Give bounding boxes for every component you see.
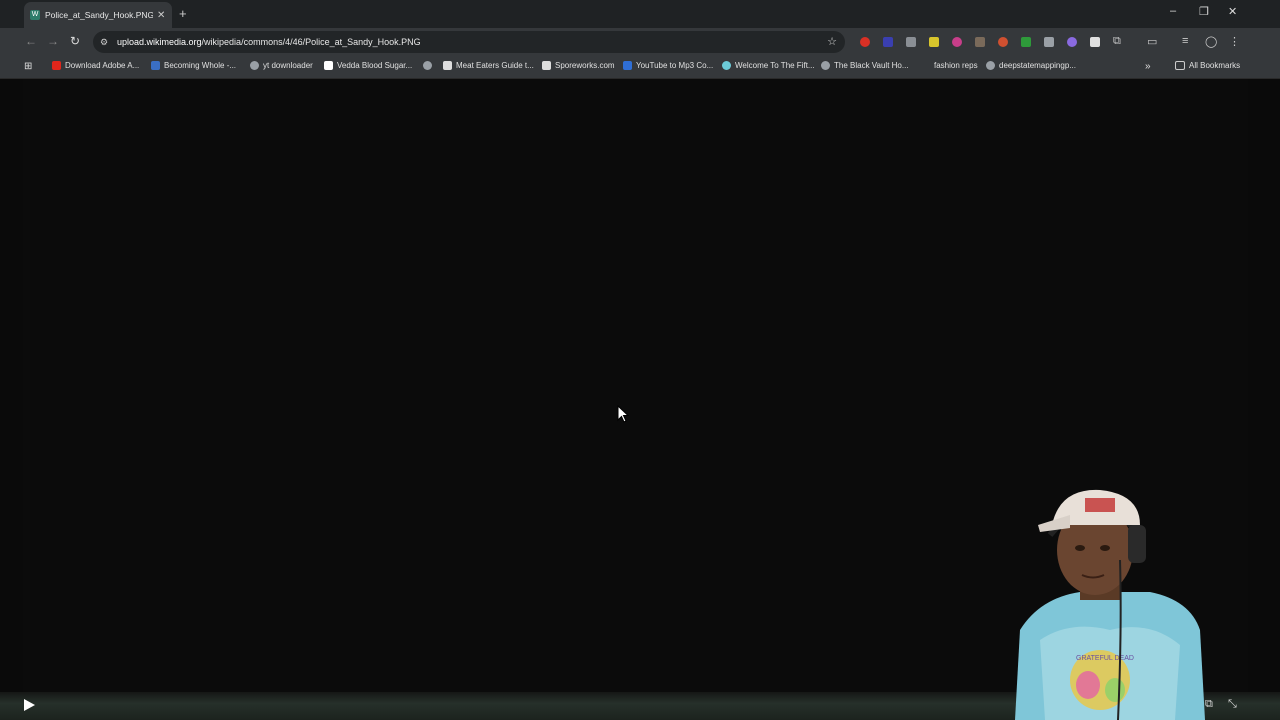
extension-orange-icon[interactable] [998,37,1008,47]
bookmark-item[interactable]: yt downloader [250,61,313,70]
media-control-icon[interactable]: ≡ [1182,35,1188,47]
menu-kebab-icon[interactable]: ⋮ [1229,35,1240,48]
extension-gray-icon[interactable] [1044,37,1054,47]
right-edge [1248,79,1280,720]
extension-stack-icon[interactable] [906,37,916,47]
restore-button[interactable]: ❐ [1199,5,1209,18]
shield-icon [623,61,632,70]
forward-button[interactable]: → [47,34,59,48]
bookmark-label: fashion reps [934,61,978,70]
bookmark-item[interactable] [423,61,436,70]
back-button[interactable]: ← [25,34,37,48]
extension-pink-icon[interactable] [952,37,962,47]
bookmark-item[interactable]: fashion reps [934,61,978,70]
tab-active[interactable]: W Police_at_Sandy_Hook.PNG (6 ✕ [24,2,172,28]
heart-icon [722,61,731,70]
apps-grid-icon[interactable]: ⊞ [24,61,32,72]
extension-red-icon[interactable] [860,37,870,47]
tab-title: Police_at_Sandy_Hook.PNG (6 [45,10,153,20]
page-icon [324,61,333,70]
extension-white-icon[interactable] [1090,37,1100,47]
bookmark-item[interactable]: YouTube to Mp3 Co... [623,61,713,70]
bookmark-label: YouTube to Mp3 Co... [636,61,714,70]
bookmark-label: The Black Vault Ho... [834,61,909,70]
url-domain: upload.wikimedia.org [117,37,202,47]
extension-purple-icon[interactable] [1067,37,1077,47]
all-bookmarks-label: All Bookmarks [1189,61,1241,70]
bookmark-item[interactable]: The Black Vault Ho... [821,61,909,70]
toolbar: ← → ↻ ⚙ upload.wikimedia.org/wikipedia/c… [0,28,1280,56]
extension-download-icon[interactable] [1021,37,1031,47]
bookmark-item[interactable]: Download Adobe A... [52,61,139,70]
new-tab-button[interactable]: + [179,6,187,21]
address-bar[interactable]: ⚙ upload.wikimedia.org/wikipedia/commons… [93,31,845,53]
globe-icon [821,61,830,70]
bookmark-item[interactable]: Becoming Whole -... [151,61,236,70]
site-info-icon[interactable]: ⚙ [100,37,110,48]
play-icon[interactable] [22,698,36,712]
extensions-puzzle-icon[interactable]: ⧉ [1113,35,1121,48]
bookmark-item[interactable]: Meat Eaters Guide t... [443,61,534,70]
bookmark-item[interactable]: Vedda Blood Sugar... [324,61,412,70]
globe-icon [250,61,259,70]
window-close-button[interactable]: ✕ [1228,5,1237,18]
mushroom-icon [542,61,551,70]
minimize-button[interactable]: – [1170,5,1176,17]
globe-icon [986,61,995,70]
webcam-overlay: GRATEFUL DEAD [1015,489,1205,720]
bookmark-label: Vedda Blood Sugar... [337,61,413,70]
svg-text:GRATEFUL DEAD: GRATEFUL DEAD [1076,655,1134,662]
bookmark-label: Meat Eaters Guide t... [456,61,534,70]
tab-strip: W Police_at_Sandy_Hook.PNG (6 ✕ + – ❐ ✕ [0,0,1280,28]
all-bookmarks-button[interactable]: All Bookmarks [1175,61,1240,70]
bookmark-label: yt downloader [263,61,313,70]
bookmarks-overflow-button[interactable]: » [1145,61,1151,72]
bookmark-item[interactable]: deepstatemappingp... [986,61,1076,70]
book-icon [443,61,452,70]
mouse-cursor-icon [617,405,629,423]
exit-fullscreen-icon[interactable]: ⤡ [1228,698,1237,711]
wikimedia-favicon-icon: W [30,10,40,20]
profile-icon[interactable]: ◯ [1205,35,1217,48]
globe-icon [423,61,432,70]
url-path: /wikipedia/commons/4/46/Police_at_Sandy_… [201,37,421,47]
feather-icon [151,61,160,70]
left-edge [0,79,23,720]
bookmark-item[interactable]: Sporeworks.com [542,61,615,70]
bookmark-star-icon[interactable]: ☆ [827,35,837,48]
side-panel-icon[interactable]: ▭ [1147,35,1157,48]
bookmarks-bar: ⊞ Download Adobe A... Becoming Whole -..… [0,56,1280,79]
reload-button[interactable]: ↻ [70,34,80,48]
bookmark-label: deepstatemappingp... [999,61,1076,70]
bookmark-label: Sporeworks.com [555,61,615,70]
extension-note-icon[interactable] [929,37,939,47]
bookmark-label: Welcome To The Fift... [735,61,815,70]
folder-icon [1175,61,1185,70]
url-text[interactable]: upload.wikimedia.org/wikipedia/commons/4… [117,37,421,47]
extension-blue-icon[interactable] [883,37,893,47]
bookmark-label: Download Adobe A... [65,61,140,70]
bookmark-label: Becoming Whole -... [164,61,237,70]
bookmark-item[interactable]: Welcome To The Fift... [722,61,815,70]
tab-close-icon[interactable]: ✕ [157,10,165,21]
adobe-icon [52,61,61,70]
extension-bug-icon[interactable] [975,37,985,47]
